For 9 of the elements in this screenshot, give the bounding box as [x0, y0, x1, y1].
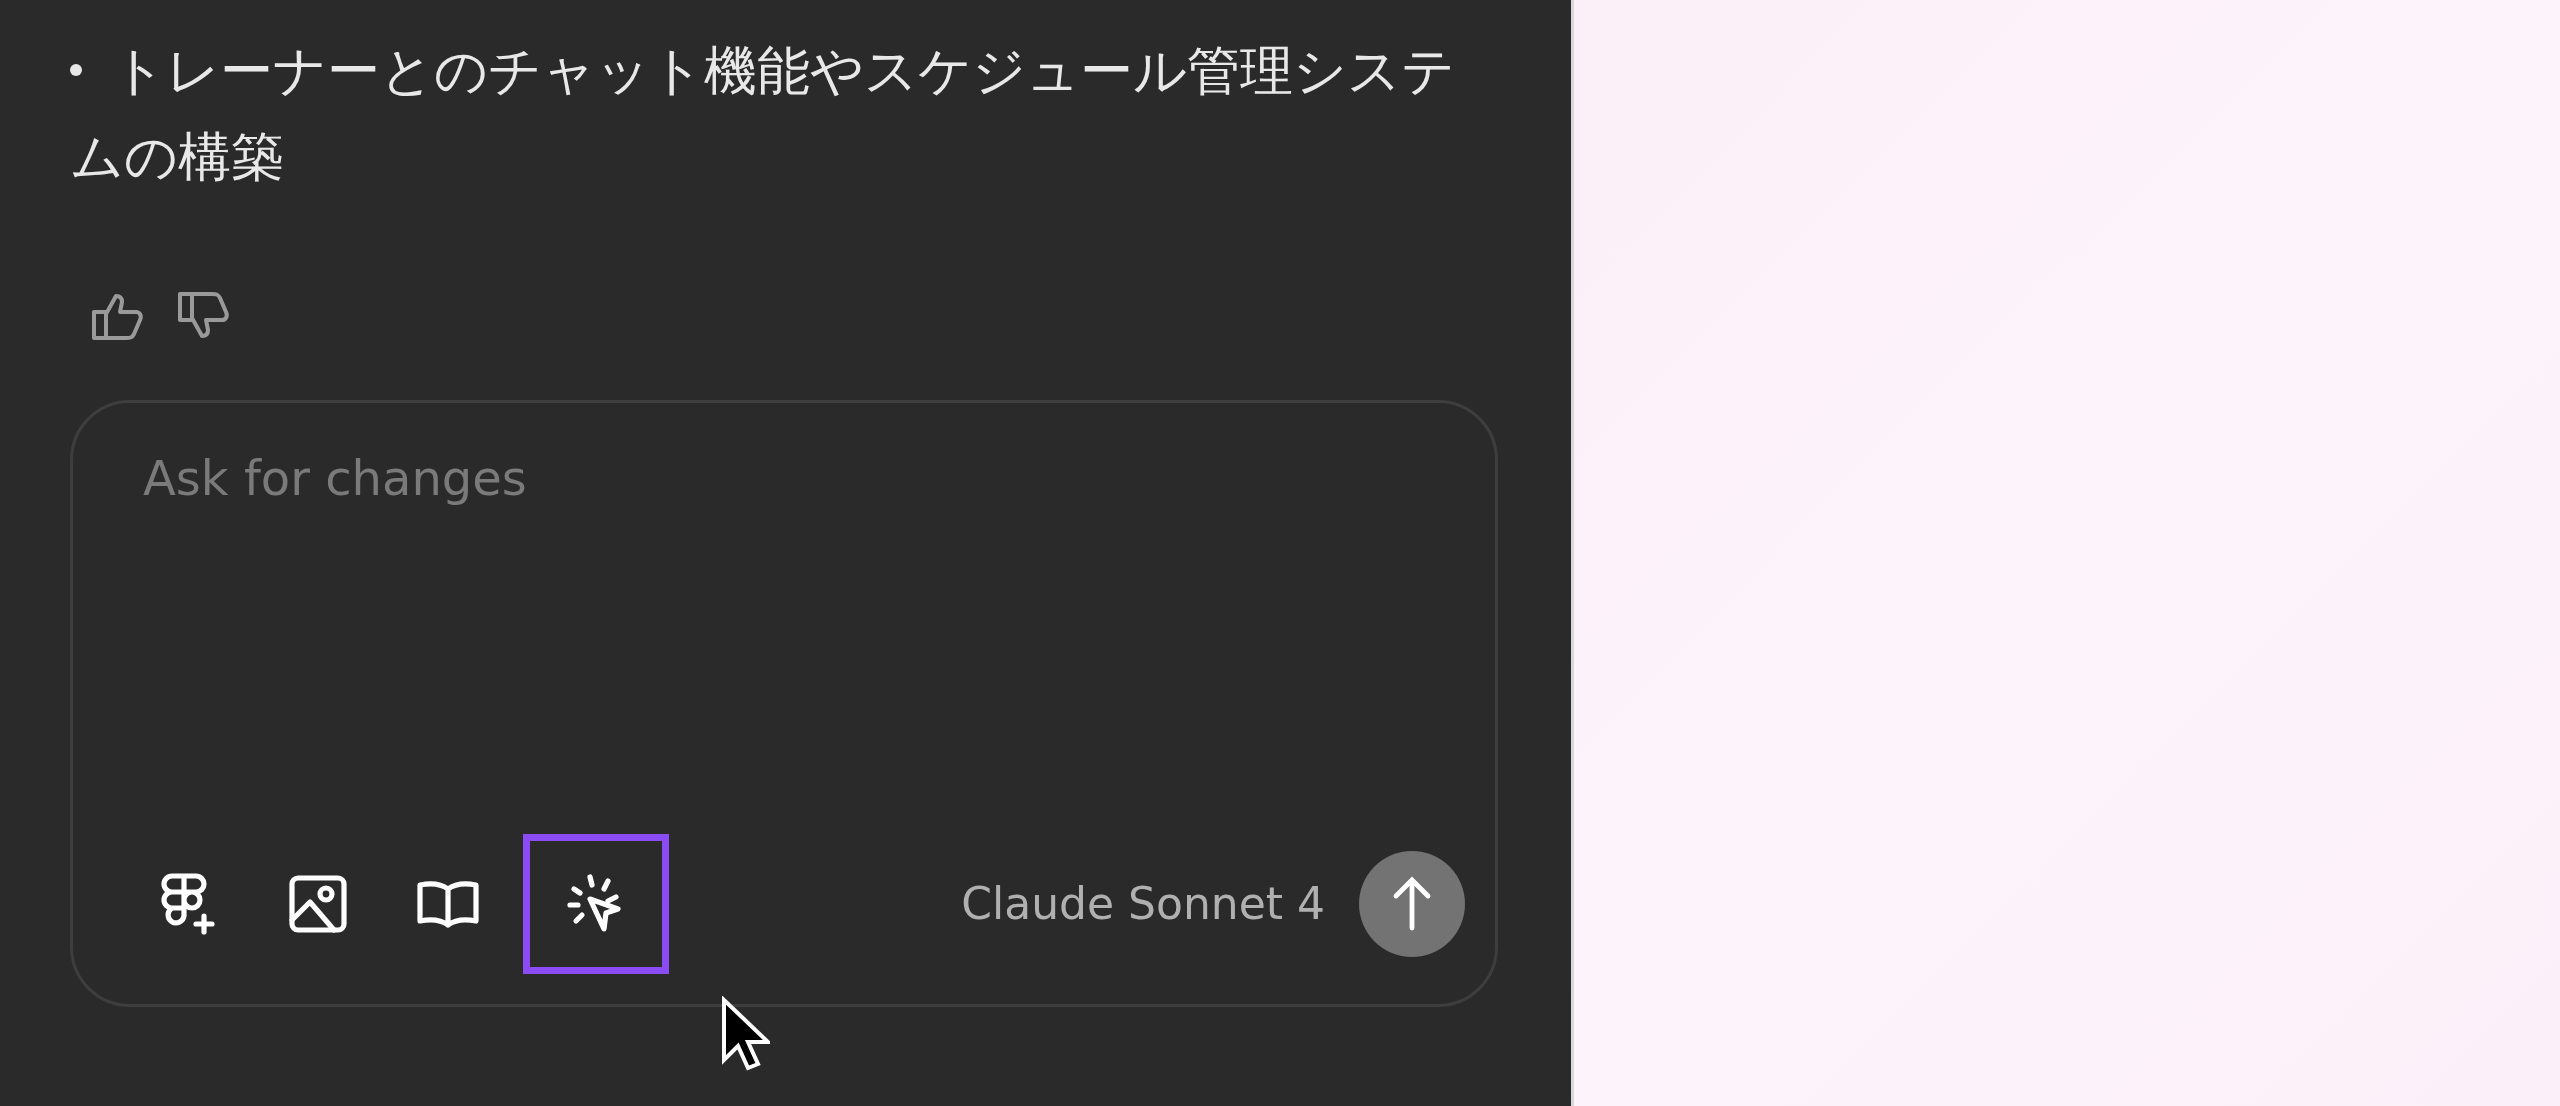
- prompt-field[interactable]: Ask for changes: [143, 443, 1465, 513]
- image-icon: [288, 874, 348, 934]
- model-name[interactable]: Claude Sonnet 4: [961, 871, 1325, 937]
- book-icon: [416, 879, 480, 929]
- bullet-text: トレーナーとのチャット機能やスケジュール管理システムの構築: [70, 39, 1456, 189]
- mouse-pointer-icon: [720, 996, 770, 1072]
- arrow-up-icon: [1392, 876, 1432, 932]
- tool-button[interactable]: [523, 834, 669, 974]
- figma-plus-icon: [160, 872, 216, 936]
